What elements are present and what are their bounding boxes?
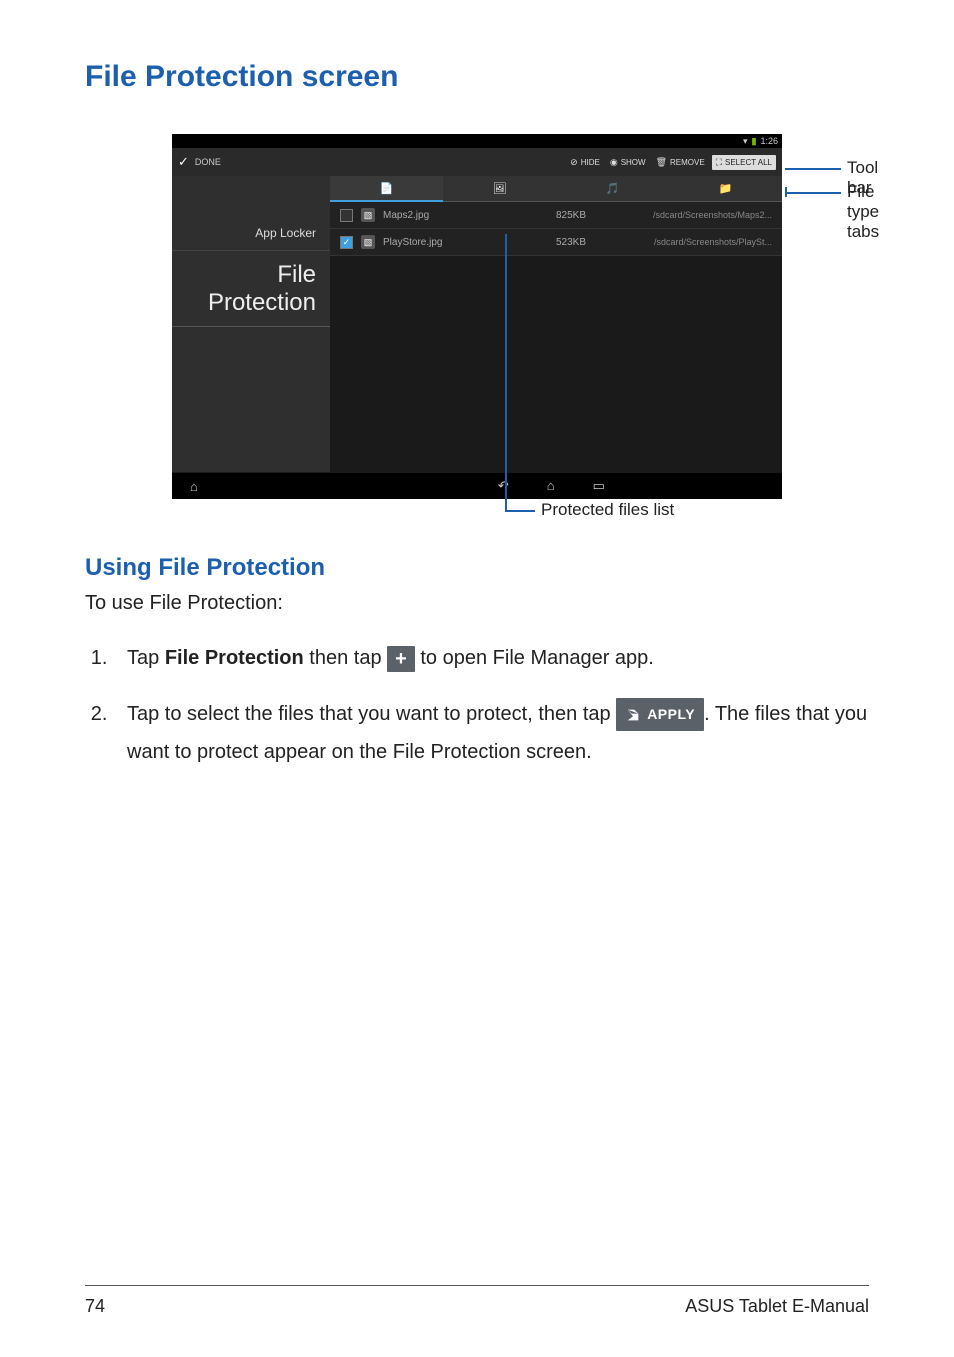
recent-icon[interactable]: ▭ <box>593 478 605 494</box>
show-label: SHOW <box>621 158 646 167</box>
file-name: PlayStore.jpg <box>383 237 513 248</box>
wifi-icon: ▾ <box>743 136 748 147</box>
hide-button[interactable]: ⊘HIDE <box>567 155 603 170</box>
callout-line <box>785 192 841 194</box>
steps-list: Tap File Protection then tap + to open F… <box>85 639 869 771</box>
trash-icon: 🗑 <box>656 157 667 168</box>
tab-other[interactable]: 📁 <box>669 176 782 202</box>
sidebar-item-fileprotection[interactable]: FileProtection <box>172 251 330 327</box>
intro-text: To use File Protection: <box>85 592 869 615</box>
callout-line <box>785 168 841 170</box>
status-time: 1:26 <box>760 136 778 146</box>
done-label[interactable]: DONE <box>195 157 221 167</box>
file-size: 523KB <box>521 237 621 248</box>
show-button[interactable]: ◉SHOW <box>607 155 649 170</box>
file-path: /sdcard/Screenshots/PlaySt... <box>629 237 772 247</box>
done-check-icon[interactable]: ✓ <box>178 154 189 170</box>
remove-button[interactable]: 🗑REMOVE <box>653 155 708 170</box>
step-text: then tap <box>304 647 387 669</box>
music-tab-icon: 🎵 <box>606 182 620 195</box>
annotation-tabs: File type tabs <box>847 182 879 242</box>
callout-line <box>505 510 535 512</box>
step-text: Tap to select the files that you want to… <box>127 703 616 725</box>
callout-line <box>505 234 507 510</box>
apply-button-inline: APPLY <box>616 698 704 731</box>
file-thumbnail: ▧ <box>361 208 375 222</box>
battery-icon: ▮ <box>752 136 757 147</box>
sidebar-item-applocker[interactable]: App Locker <box>172 216 330 251</box>
select-all-button[interactable]: ⛶SELECT ALL <box>712 155 776 170</box>
home-icon[interactable]: ⌂ <box>547 478 555 494</box>
tab-music[interactable]: 🎵 <box>556 176 669 202</box>
image-tab-icon: 🖼 <box>493 182 507 195</box>
page-title: File Protection screen <box>85 60 869 94</box>
apply-icon <box>625 707 641 723</box>
sidebar: App Locker FileProtection <box>172 176 330 472</box>
back-icon[interactable]: ↶ <box>498 478 509 494</box>
file-thumbnail: ▧ <box>361 235 375 249</box>
sidebar-blank <box>172 176 330 216</box>
step-bold: File Protection <box>165 647 304 669</box>
selectall-icon: ⛶ <box>716 157 722 168</box>
page-footer: 74 ASUS Tablet E-Manual <box>85 1285 869 1317</box>
show-icon: ◉ <box>610 157 618 168</box>
file-name: Maps2.jpg <box>383 210 513 221</box>
checkbox[interactable]: ✓ <box>340 236 353 249</box>
product-name: ASUS Tablet E-Manual <box>685 1296 869 1317</box>
toolbar: ⊘HIDE ◉SHOW 🗑REMOVE ⛶SELECT ALL <box>567 155 776 170</box>
screenshot-figure: ▾ ▮ 1:26 ✓ DONE ⊘HIDE ◉SHOW 🗑REMOVE ⛶SEL… <box>85 134 869 499</box>
hide-icon: ⊘ <box>570 157 578 168</box>
apply-label: APPLY <box>647 701 695 728</box>
hide-label: HIDE <box>581 158 600 167</box>
selectall-label: SELECT ALL <box>725 158 772 167</box>
apps-icon[interactable]: ⌂ <box>190 479 198 494</box>
step-2: Tap to select the files that you want to… <box>113 695 869 771</box>
file-size: 825KB <box>521 210 621 221</box>
page-number: 74 <box>85 1296 105 1317</box>
android-nav-bar: ⌂ ↶ ⌂ ▭ <box>172 473 782 499</box>
file-tab-icon: 📄 <box>380 182 394 195</box>
step-text: to open File Manager app. <box>420 647 654 669</box>
tab-image[interactable]: 🖼 <box>443 176 556 202</box>
plus-button-inline: + <box>387 646 415 672</box>
file-row[interactable]: ✓ ▧ PlayStore.jpg 523KB /sdcard/Screensh… <box>330 229 782 256</box>
callout-tick <box>785 187 787 197</box>
file-type-tabs: 📄 🖼 🎵 📁 <box>330 176 782 202</box>
app-titlebar: ✓ DONE ⊘HIDE ◉SHOW 🗑REMOVE ⛶SELECT ALL <box>172 148 782 176</box>
status-bar: ▾ ▮ 1:26 <box>172 134 782 148</box>
checkbox[interactable] <box>340 209 353 222</box>
other-tab-icon: 📁 <box>719 182 733 195</box>
protected-files-list: ▧ Maps2.jpg 825KB /sdcard/Screenshots/Ma… <box>330 202 782 256</box>
remove-label: REMOVE <box>670 158 705 167</box>
android-screenshot: ▾ ▮ 1:26 ✓ DONE ⊘HIDE ◉SHOW 🗑REMOVE ⛶SEL… <box>172 134 782 499</box>
tab-file[interactable]: 📄 <box>330 176 443 202</box>
section-subheading: Using File Protection <box>85 554 869 582</box>
step-1: Tap File Protection then tap + to open F… <box>113 639 869 677</box>
step-text: Tap <box>127 647 165 669</box>
file-path: /sdcard/Screenshots/Maps2... <box>629 210 772 220</box>
annotation-list: Protected files list <box>541 500 674 520</box>
file-row[interactable]: ▧ Maps2.jpg 825KB /sdcard/Screenshots/Ma… <box>330 202 782 229</box>
